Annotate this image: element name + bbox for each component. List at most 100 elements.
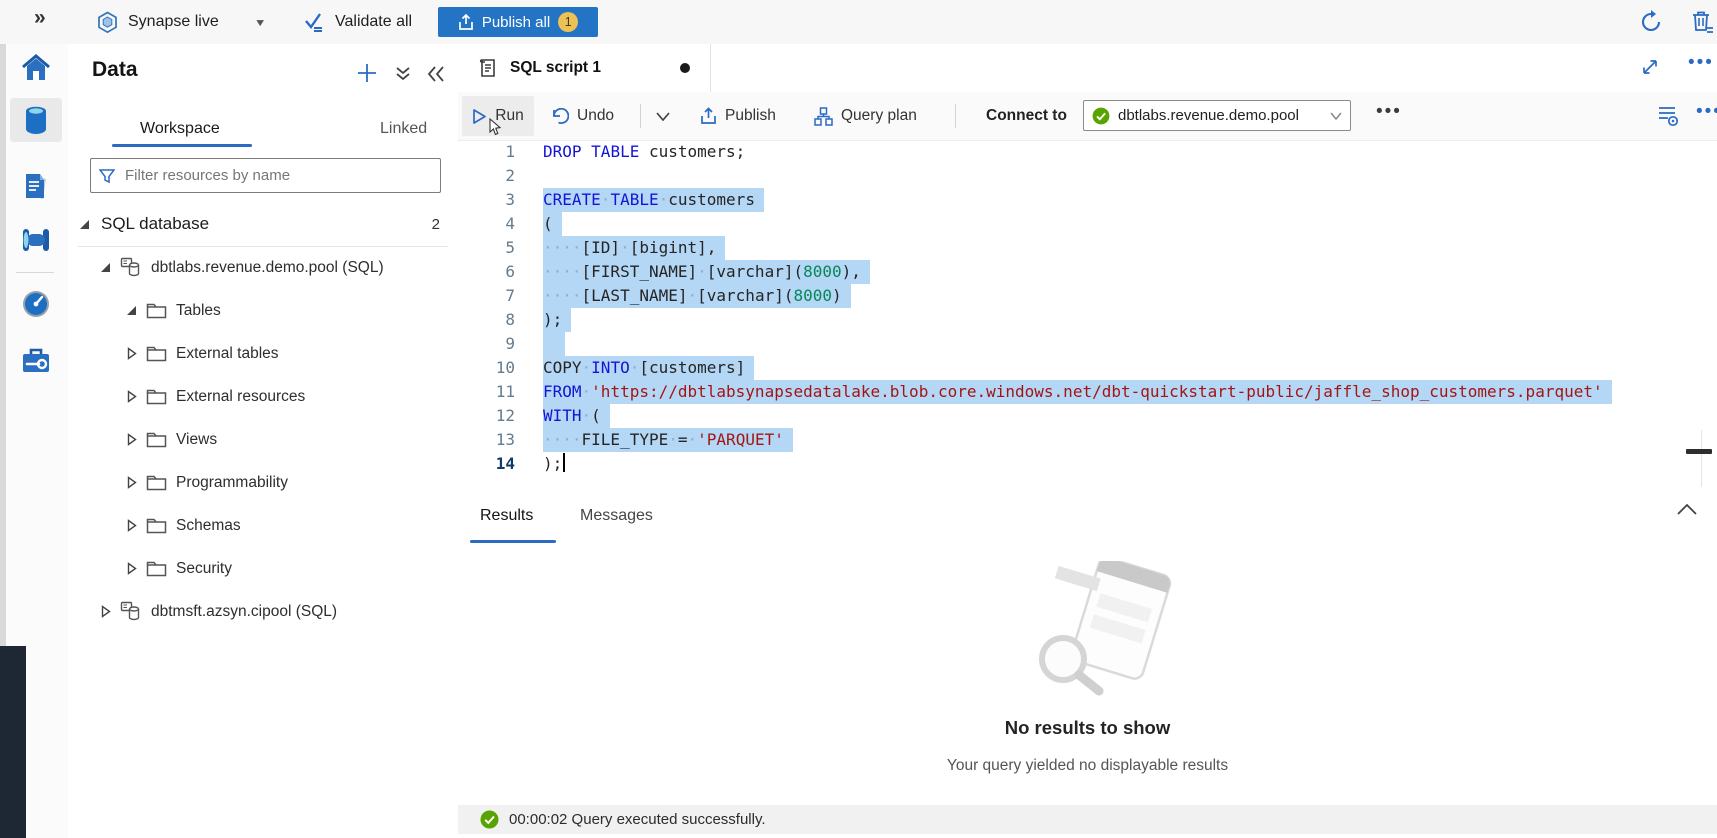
undo-button[interactable]: Undo (550, 92, 614, 140)
tree-item-views[interactable]: Views (68, 418, 458, 461)
sidebar-item-integrate[interactable] (10, 218, 62, 262)
code-text: WITH·( (543, 404, 610, 428)
line-number[interactable]: 13 (458, 428, 515, 452)
filter-resources-input[interactable] (123, 166, 432, 185)
toolbar-more-icon[interactable]: ••• (1376, 88, 1402, 136)
collapsed-caret-icon[interactable] (98, 605, 112, 618)
tree-item-programmability[interactable]: Programmability (68, 461, 458, 504)
code-line[interactable]: 12 WITH·( (458, 404, 1717, 428)
tree-item-security[interactable]: Security (68, 547, 458, 590)
scrollbar-thumb[interactable] (1686, 449, 1712, 454)
code-line[interactable]: 14); (458, 452, 1717, 476)
code-line[interactable]: 6····[FIRST_NAME]·[varchar](8000), (458, 260, 1717, 284)
synapse-live-icon (96, 11, 119, 34)
sidebar-item-manage[interactable] (10, 338, 62, 382)
tree-item-label: Schemas (176, 517, 241, 535)
sidebar-item-monitor[interactable] (10, 282, 62, 326)
line-number[interactable]: 14 (458, 452, 515, 476)
integrate-icon (20, 227, 52, 253)
code-text (543, 332, 565, 356)
validate-check-icon (304, 12, 326, 32)
query-plan-label: Query plan (841, 107, 917, 125)
expanded-caret-icon[interactable] (98, 261, 112, 274)
line-number[interactable]: 1 (458, 140, 515, 164)
develop-icon (22, 172, 50, 202)
tree-section-sql-database[interactable]: SQL database 2 (78, 202, 448, 247)
tab-results[interactable]: Results (480, 487, 533, 545)
tree-item-label: dbtmsft.azsyn.cipool (SQL) (151, 603, 337, 621)
discard-trash-icon[interactable] (1688, 8, 1716, 36)
tree-item-dbtlabs-revenue-demo-pool-sql[interactable]: dbtlabs.revenue.demo.pool (SQL) (68, 246, 458, 289)
code-line[interactable]: 7····[LAST_NAME]·[varchar](8000) (458, 284, 1717, 308)
tab-linked[interactable]: Linked (380, 110, 427, 148)
collapsed-caret-icon[interactable] (124, 562, 138, 575)
sql-editor-region: SQL script 1 ••• Run Undo (458, 44, 1717, 838)
collapsed-caret-icon[interactable] (124, 390, 138, 403)
tree-item-label: External tables (176, 345, 279, 363)
toolbar-more-right-icon[interactable]: ••• (1696, 88, 1717, 136)
tree-item-label: dbtlabs.revenue.demo.pool (SQL) (151, 259, 384, 277)
folder-icon (146, 302, 167, 319)
tree-item-label: Security (176, 560, 232, 578)
code-line[interactable]: 2 (458, 164, 1717, 188)
code-line[interactable]: 3CREATE·TABLE·customers (458, 188, 1717, 212)
line-number[interactable]: 3 (458, 188, 515, 212)
code-line[interactable]: 1DROP TABLE customers; (458, 140, 1717, 164)
code-line[interactable]: 11FROM·'https://dbtlabsynapsedatalake.bl… (458, 380, 1717, 404)
publish-all-button[interactable]: Publish all 1 (438, 7, 598, 37)
collapsed-caret-icon[interactable] (124, 519, 138, 532)
run-button[interactable]: Run (462, 96, 534, 136)
line-number[interactable]: 7 (458, 284, 515, 308)
text-cursor (563, 453, 565, 472)
code-line[interactable]: 5····[ID]·[bigint], (458, 236, 1717, 260)
expanded-caret-icon[interactable] (124, 304, 138, 317)
tab-messages[interactable]: Messages (580, 487, 653, 545)
refresh-icon[interactable] (1638, 9, 1664, 35)
line-number[interactable]: 9 (458, 332, 515, 356)
tab-more-actions-icon[interactable]: ••• (1688, 52, 1714, 74)
line-number[interactable]: 2 (458, 164, 515, 188)
collapse-panel-icon[interactable] (426, 65, 446, 83)
code-lines[interactable]: 1DROP TABLE customers;23CREATE·TABLE·cus… (458, 140, 1717, 488)
undo-redo-dropdown-icon[interactable] (656, 92, 670, 140)
code-line[interactable]: 8); (458, 308, 1717, 332)
collapse-all-icon[interactable] (394, 65, 412, 83)
line-number[interactable]: 10 (458, 356, 515, 380)
tab-sql-script-1[interactable]: SQL script 1 (458, 44, 711, 92)
tree-item-tables[interactable]: Tables (68, 289, 458, 332)
query-plan-button[interactable]: Query plan (814, 92, 917, 140)
collapsed-caret-icon[interactable] (124, 433, 138, 446)
expand-rail-icon[interactable]: » (34, 6, 46, 30)
code-line[interactable]: 13····FILE_TYPE·=·'PARQUET' (458, 428, 1717, 452)
line-number[interactable]: 4 (458, 212, 515, 236)
code-line[interactable]: 4( (458, 212, 1717, 236)
line-number[interactable]: 5 (458, 236, 515, 260)
tree-item-external-resources[interactable]: External resources (68, 375, 458, 418)
line-number[interactable]: 12 (458, 404, 515, 428)
home-icon (21, 54, 51, 82)
mode-selector[interactable]: Synapse live ▼ (96, 0, 267, 44)
validate-all-button[interactable]: Validate all (304, 0, 412, 44)
script-properties-icon[interactable] (1656, 104, 1680, 128)
collapsed-caret-icon[interactable] (124, 347, 138, 360)
line-number[interactable]: 8 (458, 308, 515, 332)
collapsed-caret-icon[interactable] (124, 476, 138, 489)
tree-item-schemas[interactable]: Schemas (68, 504, 458, 547)
sidebar-item-data[interactable] (10, 98, 62, 142)
sidebar-item-develop[interactable] (10, 165, 62, 209)
code-line[interactable]: 10COPY·INTO·[customers] (458, 356, 1717, 380)
line-number[interactable]: 11 (458, 380, 515, 404)
tree-item-external-tables[interactable]: External tables (68, 332, 458, 375)
data-explorer-panel: Data Workspace Linked SQL database 2 dbt… (68, 44, 459, 838)
connect-to-pool-select[interactable]: dbtlabs.revenue.demo.pool (1083, 100, 1351, 131)
collapse-results-icon[interactable] (1676, 503, 1698, 516)
expand-editor-icon[interactable] (1640, 57, 1660, 77)
publish-button[interactable]: Publish (700, 92, 776, 140)
tab-title: SQL script 1 (510, 59, 601, 77)
sidebar-item-home[interactable] (10, 46, 62, 90)
tree-item-dbtmsft-azsyn-cipool-sql[interactable]: dbtmsft.azsyn.cipool (SQL) (68, 590, 458, 633)
add-resource-icon[interactable] (356, 62, 378, 84)
line-number[interactable]: 6 (458, 260, 515, 284)
tab-workspace[interactable]: Workspace (140, 110, 220, 148)
code-line[interactable]: 9 (458, 332, 1717, 356)
